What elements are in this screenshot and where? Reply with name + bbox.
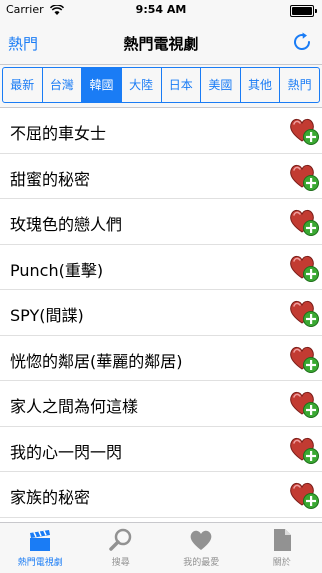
list-item[interactable]: 恍惚的鄰居(華麗的鄰居)	[0, 336, 322, 382]
tab-label: 熱門電視劇	[0, 555, 81, 568]
list-item[interactable]: 我的心一閃一閃	[0, 427, 322, 473]
drama-list: 不屈的車女士 甜蜜的秘密 玫瑰色的戀人們 Punch(重擊) SPY(間諜) 恍…	[0, 108, 322, 520]
add-favorite-icon[interactable]	[288, 205, 320, 237]
segment-2[interactable]: 韓國	[82, 68, 122, 102]
page-title: 熱門電視劇	[0, 33, 322, 54]
list-item-title: 玫瑰色的戀人們	[10, 211, 122, 235]
list-item[interactable]: 家人之間為何這樣	[0, 381, 322, 427]
add-favorite-icon[interactable]	[288, 433, 320, 465]
list-item-title: 甜蜜的秘密	[10, 166, 90, 190]
list-item[interactable]: 玫瑰色的戀人們	[0, 199, 322, 245]
tab-heart[interactable]: 我的最愛	[161, 523, 242, 573]
list-item[interactable]: 家族的秘密	[0, 472, 322, 518]
list-item-title: 恍惚的鄰居(華麗的鄰居)	[10, 348, 183, 372]
list-item[interactable]: Punch(重擊)	[0, 245, 322, 291]
tab-clapperboard[interactable]: 熱門電視劇	[0, 523, 81, 573]
add-favorite-icon[interactable]	[288, 387, 320, 419]
list-item-title: 家族的秘密	[10, 484, 90, 508]
segment-7[interactable]: 熱門	[280, 68, 319, 102]
list-item-title: 不屈的車女士	[10, 120, 106, 144]
battery-icon	[290, 5, 314, 17]
navigation-bar: 熱門 熱門電視劇	[0, 20, 322, 65]
refresh-icon[interactable]	[290, 30, 314, 54]
add-favorite-icon[interactable]	[288, 251, 320, 283]
list-item[interactable]: SPY(間諜)	[0, 290, 322, 336]
search-icon	[108, 527, 134, 553]
category-segmented-control: 最新台灣韓國大陸日本美國其他熱門	[2, 67, 320, 103]
list-item-title: Punch(重擊)	[10, 257, 103, 281]
list-item-title: 家人之間為何這樣	[10, 393, 138, 417]
list-item[interactable]: 不屈的車女士	[0, 108, 322, 154]
tab-label: 我的最愛	[161, 555, 242, 568]
tab-bar: 熱門電視劇 搜尋 我的最愛 關於	[0, 522, 322, 573]
status-time: 9:54 AM	[0, 3, 322, 16]
list-item-title: 我的心一閃一閃	[10, 439, 122, 463]
segment-4[interactable]: 日本	[162, 68, 202, 102]
category-bar: 最新台灣韓國大陸日本美國其他熱門	[0, 65, 322, 108]
document-icon	[269, 527, 295, 553]
segment-5[interactable]: 美國	[201, 68, 241, 102]
segment-1[interactable]: 台灣	[43, 68, 83, 102]
heart-icon	[188, 527, 214, 553]
add-favorite-icon[interactable]	[288, 114, 320, 146]
tab-label: 關於	[242, 555, 322, 568]
add-favorite-icon[interactable]	[288, 296, 320, 328]
clapperboard-icon	[27, 527, 53, 553]
add-favorite-icon[interactable]	[288, 478, 320, 510]
tab-label: 搜尋	[81, 555, 162, 568]
segment-6[interactable]: 其他	[241, 68, 281, 102]
tab-document[interactable]: 關於	[242, 523, 322, 573]
segment-0[interactable]: 最新	[3, 68, 43, 102]
segment-3[interactable]: 大陸	[122, 68, 162, 102]
status-bar: Carrier 9:54 AM	[0, 0, 322, 20]
add-favorite-icon[interactable]	[288, 160, 320, 192]
add-favorite-icon[interactable]	[288, 342, 320, 374]
list-item[interactable]: 甜蜜的秘密	[0, 154, 322, 200]
tab-search[interactable]: 搜尋	[81, 523, 162, 573]
list-item-title: SPY(間諜)	[10, 302, 84, 326]
